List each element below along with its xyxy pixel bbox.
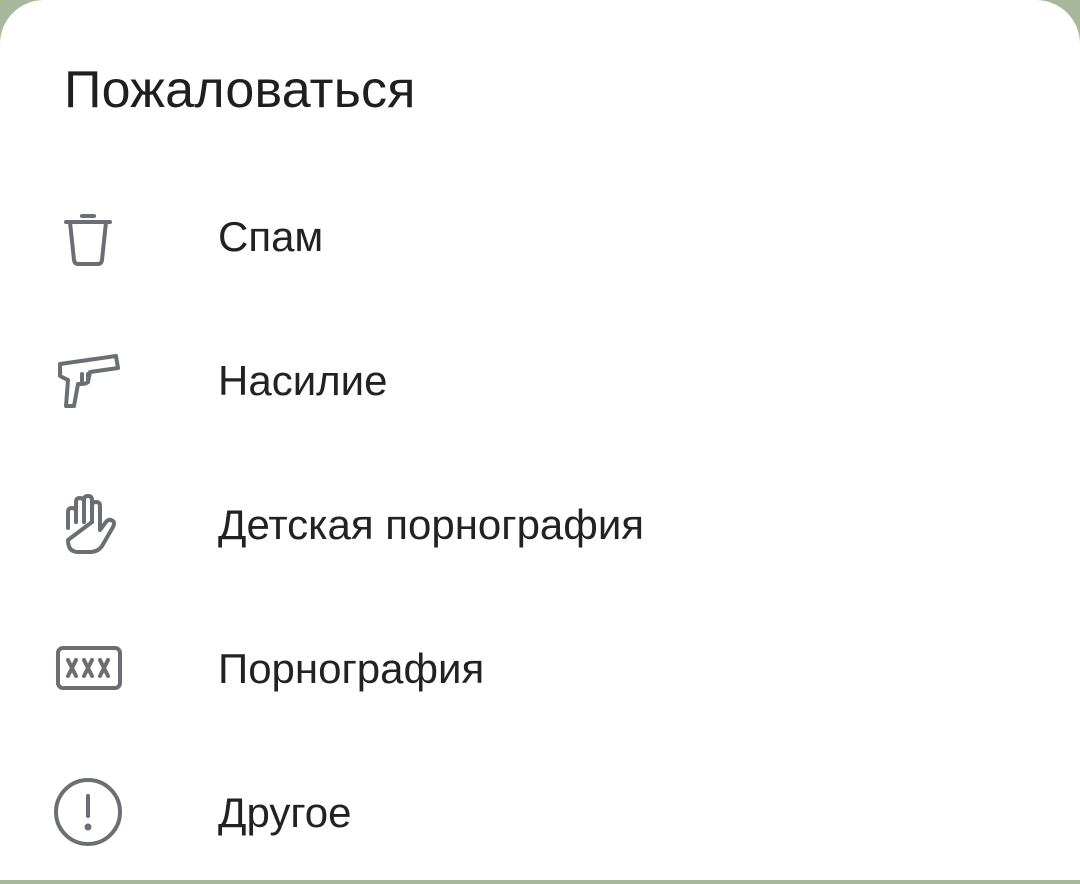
trash-icon <box>52 200 124 272</box>
dialog-title: Пожаловаться <box>64 61 416 119</box>
option-violence[interactable]: Насилие <box>0 308 1080 452</box>
xxx-icon <box>52 632 124 704</box>
option-label: Порнография <box>218 645 485 692</box>
hand-icon <box>52 488 124 560</box>
option-label: Насилие <box>218 357 388 404</box>
option-label: Спам <box>218 213 324 260</box>
exclamation-circle-icon <box>52 776 124 848</box>
option-spam[interactable]: Спам <box>0 164 1080 308</box>
pistol-icon <box>52 344 124 416</box>
option-other[interactable]: Другое <box>0 740 1080 884</box>
option-label: Детская порнография <box>218 501 645 548</box>
option-pornography[interactable]: Порнография <box>0 596 1080 740</box>
report-sheet: Пожаловаться Спам Насилие Детская порног… <box>0 0 1080 880</box>
option-child-abuse[interactable]: Детская порнография <box>0 452 1080 596</box>
report-options-list: Спам Насилие Детская порнография Порногр… <box>0 164 1080 884</box>
option-label: Другое <box>218 789 352 836</box>
